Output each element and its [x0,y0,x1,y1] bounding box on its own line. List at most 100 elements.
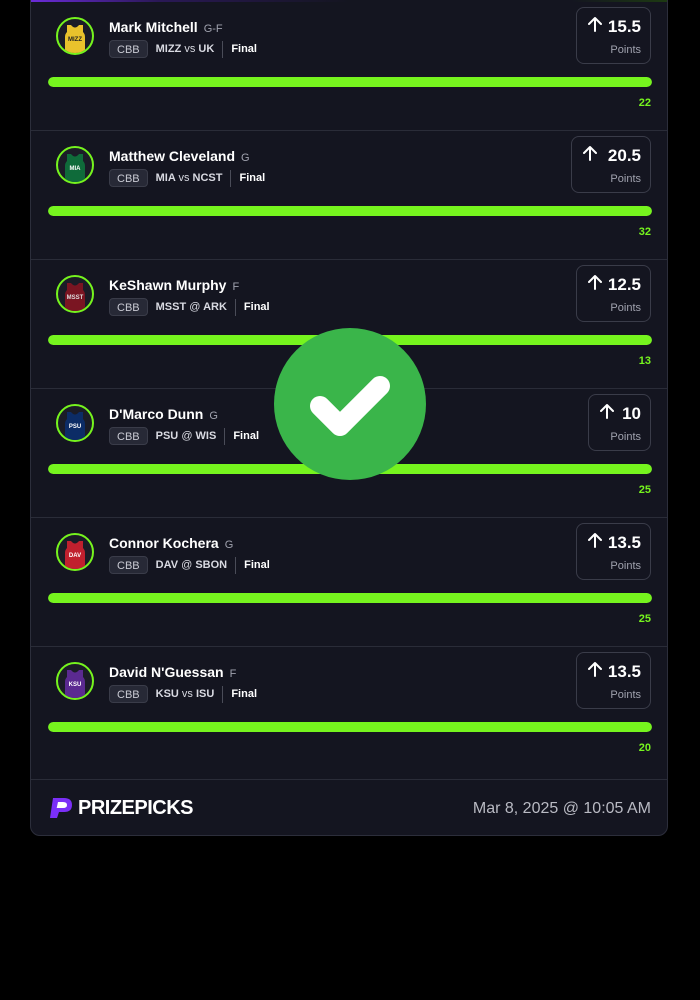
projection-box[interactable]: 13.5 Points [576,523,651,580]
meta-divider [222,685,224,703]
league-badge: CBB [109,298,148,316]
player-meta: CBB DAV @ SBON Final [109,556,270,574]
matchup: PSU @ WIS [156,430,217,442]
arrow-up-icon [588,662,602,677]
jersey-icon: MIA [65,154,85,182]
game-status: Final [243,301,270,313]
game-status: Final [239,172,266,184]
arrow-up-icon [588,533,602,548]
jersey-icon: MSST [65,283,85,311]
opponent-abbr: WIS [195,430,217,442]
player-name-text: Matthew Cleveland [109,148,236,164]
card-footer: PRIZEPICKS Mar 8, 2025 @ 10:05 AM [31,779,667,835]
player-meta: CBB MSST @ ARK Final [109,298,270,316]
jersey-icon: PSU [65,412,85,440]
player-meta: CBB KSU vs ISU Final [109,685,257,703]
player-name: David N'Guessan F [109,664,236,680]
player-row[interactable]: MIZZ Mark Mitchell G-F CBB MIZZ vs UK Fin… [31,1,667,131]
progress-fill [48,722,652,732]
jersey-team-label: MIA [70,166,82,172]
matchup-separator: vs [184,43,196,55]
projection-box[interactable]: 12.5 Points [576,265,651,322]
player-row[interactable]: DAV Connor Kochera G CBB DAV @ SBON Final… [31,517,667,647]
actual-stat-value: 22 [638,97,651,109]
player-position: F [229,668,237,680]
stat-type: Points [610,689,641,701]
matchup: MSST @ ARK [156,301,227,313]
brand-name: PRIZEPICKS [78,796,194,819]
player-meta: CBB MIA vs NCST Final [109,169,265,187]
projection-line: 15.5 [607,17,641,36]
matchup-separator: @ [181,559,193,571]
matchup-separator: @ [189,301,201,313]
projection-line: 12.5 [607,275,641,294]
jersey-team-label: MSST [67,295,84,301]
projection-box[interactable]: 15.5 Points [576,7,651,64]
stat-type: Points [610,431,641,443]
game-status: Final [244,559,270,571]
progress-fill [48,77,652,87]
game-status: Final [233,430,259,442]
stat-type: Points [610,173,641,185]
opponent-abbr: ISU [195,688,215,700]
player-name: D'Marco Dunn G [109,406,218,422]
jersey-icon: DAV [65,541,85,569]
player-name-text: David N'Guessan [109,664,224,680]
opponent-abbr: ARK [203,301,227,313]
meta-divider [234,298,236,316]
stat-type: Points [610,560,641,572]
player-row[interactable]: KSU David N'Guessan F CBB KSU vs ISU Fina… [31,646,667,775]
prizepicks-logo: PRIZEPICKS [48,796,194,820]
league-badge: CBB [109,556,148,574]
team-abbr: PSU [155,430,179,442]
arrow-up-icon [588,275,602,290]
team-abbr: KSU [155,688,179,700]
matchup: KSU vs ISU [156,688,215,700]
player-name: Connor Kochera G [109,535,233,551]
actual-stat-value: 13 [638,355,651,367]
stat-type: Points [610,302,641,314]
projection-line: 10 [622,404,641,423]
projection-box[interactable]: 13.5 Points [576,652,651,709]
player-position: G [224,539,234,551]
game-status: Final [231,43,257,55]
jersey-icon: MIZZ [65,25,85,53]
jersey-team-label: MIZZ [68,37,82,43]
progress-bar [48,722,652,732]
player-avatar: MIZZ [56,17,94,55]
arrow-up-icon [600,404,614,419]
team-abbr: MSST [155,301,187,313]
projection-line: 13.5 [607,533,641,552]
entry-timestamp: Mar 8, 2025 @ 10:05 AM [472,800,651,817]
player-avatar: KSU [56,662,94,700]
player-name: Matthew Cleveland G [109,148,250,164]
actual-stat-value: 25 [638,613,651,625]
jersey-team-label: DAV [69,553,81,559]
matchup-separator: vs [178,172,190,184]
player-position: G [241,152,250,164]
progress-fill [48,593,652,603]
player-avatar: MIA [56,146,94,184]
player-row[interactable]: MIA Matthew Cleveland G CBB MIA vs NCST F… [31,130,667,260]
matchup: MIA vs NCST [156,172,223,184]
opponent-abbr: UK [198,43,215,55]
game-status: Final [231,688,257,700]
projection-line: 13.5 [607,662,641,681]
player-meta: CBB PSU @ WIS Final [109,427,259,445]
projection-box[interactable]: 10 Points [588,394,651,451]
projection-box[interactable]: 20.5 Points [571,136,651,193]
progress-bar [48,77,652,87]
player-position: G-F [203,23,223,35]
player-name-text: Mark Mitchell [109,19,198,35]
actual-stat-value: 20 [638,742,651,754]
player-avatar: PSU [56,404,94,442]
player-position: G [209,410,218,422]
success-check-badge [274,328,426,480]
league-badge: CBB [109,40,148,58]
team-abbr: MIZZ [155,43,182,55]
matchup-separator: @ [181,430,193,442]
actual-stat-value: 32 [638,226,651,238]
player-name: Mark Mitchell G-F [109,19,223,35]
meta-divider [230,169,232,187]
team-abbr: DAV [155,559,179,571]
